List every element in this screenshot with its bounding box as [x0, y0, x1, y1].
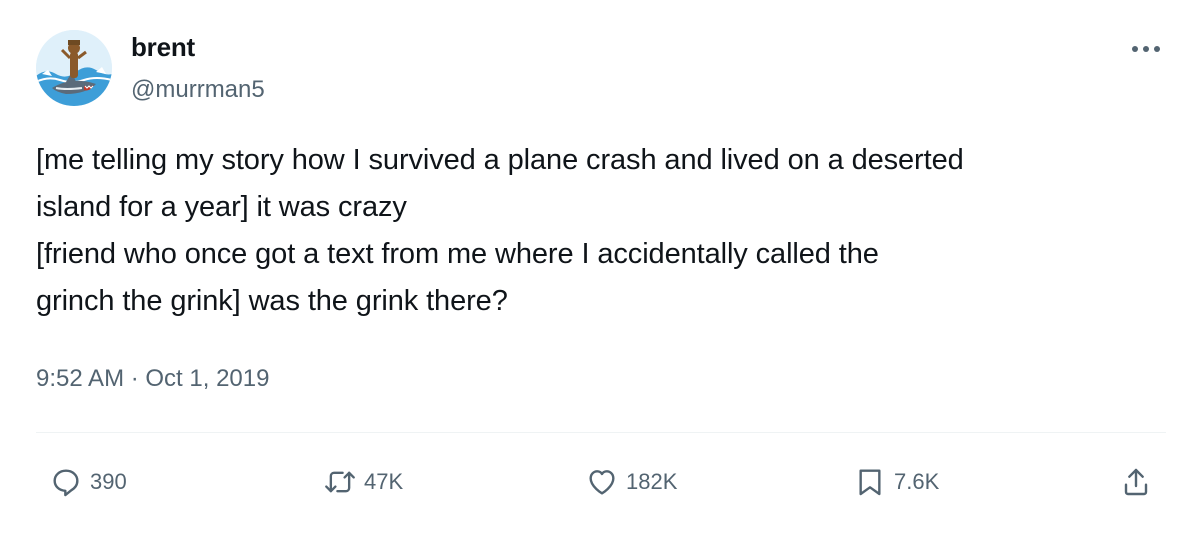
- avatar-shark-surfing-icon: [36, 30, 112, 106]
- tweet-card: brent @murrman5 [me telling my story how…: [0, 0, 1204, 542]
- like-count: 182K: [626, 469, 678, 494]
- more-horizontal-icon: [1132, 46, 1160, 52]
- tweet-text-line: grinch the grink] was the grink there?: [36, 285, 508, 317]
- reply-count: 390: [90, 469, 127, 494]
- more-options-button[interactable]: [1126, 34, 1166, 64]
- tweet-text-line: [friend who once got a text from me wher…: [36, 238, 879, 270]
- tweet-text-line: [me telling my story how I survived a pl…: [36, 144, 964, 176]
- heart-icon: [582, 462, 622, 502]
- like-button[interactable]: 182K: [582, 462, 677, 502]
- tweet-text: [me telling my story how I survived a pl…: [36, 137, 1176, 325]
- divider: [36, 432, 1166, 433]
- display-name[interactable]: brent: [131, 30, 195, 64]
- bookmark-button[interactable]: 7.6K: [850, 462, 939, 502]
- retweet-button[interactable]: 47K: [320, 462, 403, 502]
- bookmark-count: 7.6K: [894, 469, 940, 494]
- avatar[interactable]: [36, 30, 112, 106]
- bookmark-icon: [850, 462, 890, 502]
- tweet-text-line: island for a year] it was crazy: [36, 191, 407, 223]
- user-handle[interactable]: @murrman5: [131, 74, 265, 106]
- share-button[interactable]: [1116, 462, 1156, 502]
- reply-button[interactable]: 390: [46, 462, 127, 502]
- retweet-count: 47K: [364, 469, 404, 494]
- tweet-timestamp[interactable]: 9:52 AM · Oct 1, 2019: [36, 362, 269, 396]
- share-icon: [1116, 462, 1156, 502]
- retweet-icon: [320, 462, 360, 502]
- reply-bubble-icon: [46, 462, 86, 502]
